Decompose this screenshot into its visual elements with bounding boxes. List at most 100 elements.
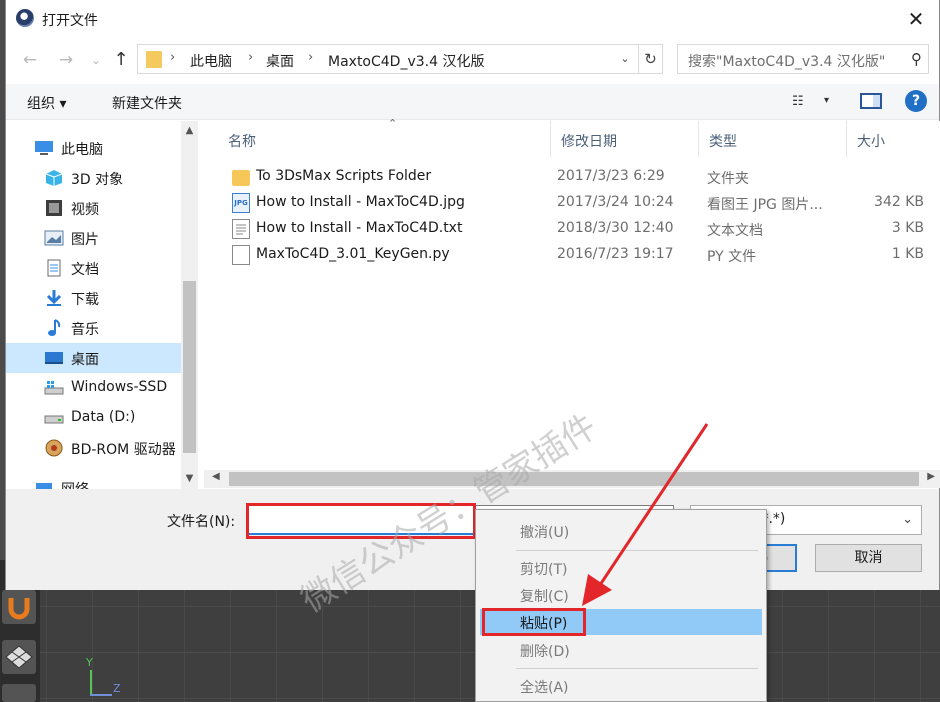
breadcrumb-current-folder[interactable]: MaxtoC4D_v3.4 汉化版 <box>328 51 484 71</box>
column-label: 名称 <box>228 134 256 150</box>
file-type: PY 文件 <box>707 249 757 265</box>
file-size: 342 KB <box>874 194 924 210</box>
sidebar-item-label: Windows-SSD <box>71 379 168 395</box>
sort-up-icon: ⌃ <box>388 117 398 130</box>
file-type: 看图王 JPG 图片... <box>707 197 823 213</box>
computer-icon <box>35 141 53 155</box>
back-arrow-icon[interactable]: ← <box>18 48 42 72</box>
sidebar-item-music[interactable]: 音乐 <box>6 313 181 343</box>
table-row[interactable]: To 3DsMax Scripts Folder 2017/3/23 6:29 … <box>224 164 924 190</box>
menu-item-label: 撤消(U) <box>520 525 570 541</box>
scroll-thumb[interactable] <box>229 472 919 486</box>
menu-item-cut[interactable]: 剪切(T) <box>480 555 762 581</box>
search-icon[interactable]: ⚲ <box>911 50 922 68</box>
network-icon <box>36 483 52 489</box>
download-icon <box>46 290 62 306</box>
new-folder-button[interactable]: 新建文件夹 <box>112 93 182 113</box>
table-row[interactable]: JPG How to Install - MaxToC4D.jpg 2017/3… <box>224 190 924 216</box>
sidebar-item-downloads[interactable]: 下载 <box>6 283 181 313</box>
footer-panel: 文件名(N): All Files (*.*) ⌄ 打开(O) 取消 <box>6 489 939 590</box>
forward-arrow-icon[interactable]: → <box>54 48 78 72</box>
menu-item-delete[interactable]: 删除(D) <box>480 637 762 663</box>
up-arrow-icon[interactable]: ↑ <box>109 48 133 72</box>
sidebar-scrollbar[interactable]: ▲ ▼ <box>181 121 198 489</box>
text-file-icon <box>232 219 250 239</box>
open-file-dialog: 打开文件 ✕ ← → ⌄ ↑ › 此电脑 › 桌面 › MaxtoC4D_v3.… <box>5 0 940 590</box>
grid-tool-icon[interactable] <box>2 684 36 702</box>
view-dropdown-icon[interactable]: ▾ <box>824 95 829 106</box>
organize-button[interactable]: 组织 ▾ <box>27 93 66 113</box>
column-header-size[interactable]: 大小 <box>847 121 940 157</box>
menu-item-copy[interactable]: 复制(C) <box>480 582 762 608</box>
scroll-up-icon[interactable]: ▲ <box>181 125 198 136</box>
video-icon <box>46 200 62 216</box>
sidebar-item-desktop[interactable]: 桌面 <box>6 343 181 373</box>
file-date: 2017/3/23 6:29 <box>557 168 665 184</box>
menu-divider <box>516 550 758 551</box>
sidebar-item-pictures[interactable]: 图片 <box>6 223 181 253</box>
preview-pane-icon[interactable] <box>860 93 882 109</box>
sidebar-item-windows-ssd[interactable]: Windows-SSD <box>6 373 181 403</box>
recent-locations-icon[interactable]: ⌄ <box>84 48 108 72</box>
scroll-down-icon[interactable]: ▼ <box>181 473 198 484</box>
annotation-highlight-box <box>482 608 586 636</box>
breadcrumb-separator: › <box>170 50 176 65</box>
column-header-name[interactable]: 名称 ⌃ <box>218 117 551 157</box>
file-type: 文本文档 <box>707 223 763 239</box>
address-bar[interactable]: › 此电脑 › 桌面 › MaxtoC4D_v3.4 汉化版 ⌄ ↻ <box>137 44 663 74</box>
address-row: ← → ⌄ ↑ › 此电脑 › 桌面 › MaxtoC4D_v3.4 汉化版 ⌄… <box>6 44 939 76</box>
file-list-hscrollbar[interactable]: ◀ ▶ <box>204 470 940 488</box>
breadcrumb-separator: › <box>308 50 314 65</box>
sidebar-item-this-pc[interactable]: 此电脑 <box>6 133 181 163</box>
sidebar-item-label: 文档 <box>71 262 99 278</box>
py-file-icon <box>232 245 250 265</box>
title-bar: 打开文件 ✕ <box>6 0 939 38</box>
address-dropdown-icon[interactable]: ⌄ <box>614 45 636 73</box>
scroll-left-icon[interactable]: ◀ <box>212 471 220 482</box>
file-list: 名称 ⌃ 修改日期 类型 大小 To 3DsMax Scripts Folder… <box>204 117 940 471</box>
scroll-right-icon[interactable]: ▶ <box>927 471 935 482</box>
scroll-thumb[interactable] <box>183 281 196 453</box>
sidebar-item-label: 3D 对象 <box>71 172 124 188</box>
table-row[interactable]: How to Install - MaxToC4D.txt 2018/3/30 … <box>224 216 924 242</box>
search-input[interactable]: 搜索"MaxtoC4D_v3.4 汉化版" ⚲ <box>677 44 929 74</box>
axis-y-line <box>90 670 92 696</box>
column-label: 类型 <box>709 134 737 150</box>
sidebar-item-label: Data (D:) <box>71 409 136 425</box>
drive-icon <box>44 415 64 424</box>
document-icon <box>47 259 61 277</box>
menu-item-label: 全选(A) <box>520 680 569 696</box>
filename-label: 文件名(N): <box>167 514 236 530</box>
cube-icon <box>45 170 63 186</box>
column-header-date[interactable]: 修改日期 <box>551 121 699 157</box>
sidebar-item-data-d[interactable]: Data (D:) <box>6 403 181 433</box>
breadcrumb-this-pc[interactable]: 此电脑 <box>190 51 232 71</box>
column-label: 修改日期 <box>561 134 617 150</box>
sidebar-item-videos[interactable]: 视频 <box>6 193 181 223</box>
context-menu: 撤消(U) 剪切(T) 复制(C) 粘贴(P) 删除(D) 全选(A) <box>475 509 767 702</box>
breadcrumb-desktop[interactable]: 桌面 <box>266 51 294 71</box>
sidebar-item-3d-objects[interactable]: 3D 对象 <box>6 163 181 193</box>
axis-z-label: Z <box>113 682 121 695</box>
search-placeholder: 搜索"MaxtoC4D_v3.4 汉化版" <box>688 54 886 70</box>
sidebar-item-network[interactable]: 网络 <box>6 473 181 489</box>
menu-item-select-all[interactable]: 全选(A) <box>480 673 762 699</box>
column-header-type[interactable]: 类型 <box>699 121 847 157</box>
cancel-button[interactable]: 取消 <box>815 544 922 572</box>
sidebar-item-label: 音乐 <box>71 322 99 338</box>
sidebar-item-documents[interactable]: 文档 <box>6 253 181 283</box>
menu-item-undo[interactable]: 撤消(U) <box>480 518 762 544</box>
file-size: 3 KB <box>891 220 924 236</box>
folder-icon <box>232 170 250 186</box>
sidebar-item-bd-rom[interactable]: BD-ROM 驱动器 <box>6 433 181 463</box>
refresh-icon[interactable]: ↻ <box>638 45 662 73</box>
table-row[interactable]: MaxToC4D_3.01_KeyGen.py 2016/7/23 19:17 … <box>224 242 924 268</box>
sidebar-item-label: 视频 <box>71 202 99 218</box>
magnet-tool-icon[interactable] <box>2 590 36 624</box>
column-label: 大小 <box>857 134 885 150</box>
close-button[interactable]: ✕ <box>893 0 939 38</box>
view-options-icon[interactable]: ☷ <box>792 94 804 109</box>
grid-lock-tool-icon[interactable] <box>2 640 36 674</box>
help-icon[interactable]: ? <box>905 90 927 112</box>
dialog-title: 打开文件 <box>42 13 98 29</box>
